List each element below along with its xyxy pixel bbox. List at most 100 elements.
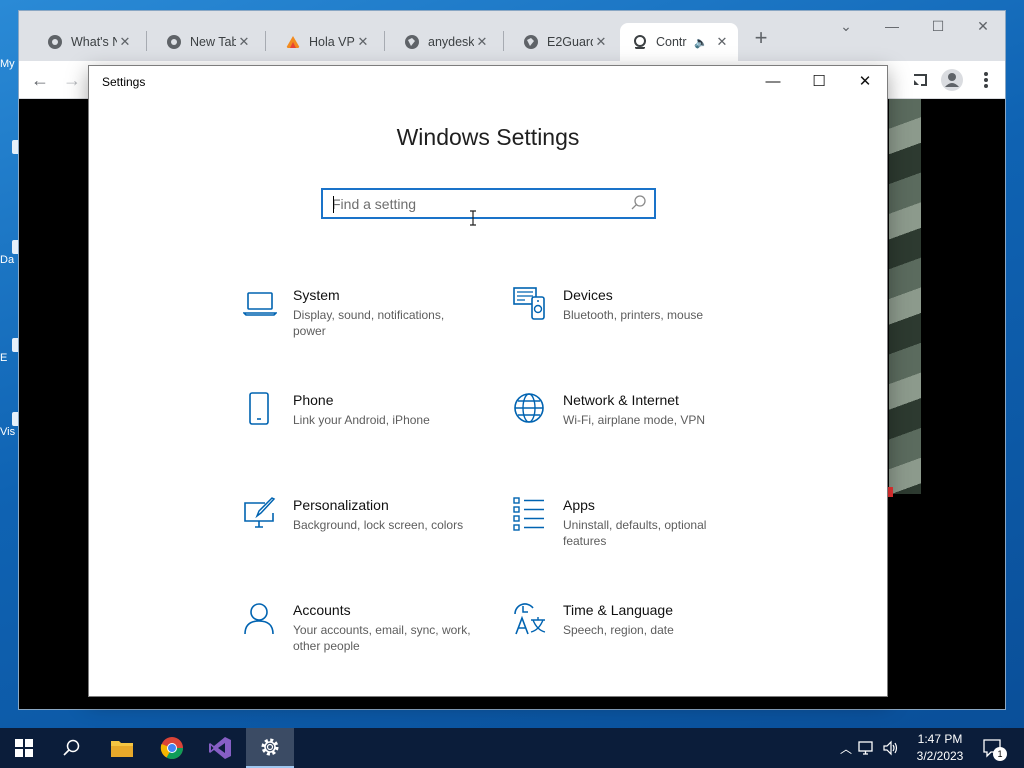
chevron-up-icon[interactable]: ︿ (836, 740, 856, 757)
desktop-icon-5[interactable]: Vis (0, 412, 20, 438)
globe-icon (524, 35, 538, 49)
tab-title: What's Ne (71, 35, 117, 49)
network-icon[interactable] (858, 740, 876, 756)
tab-close-icon[interactable]: ✕ (474, 34, 490, 50)
tab-anydesk[interactable]: anydesk.cc ✕ (386, 23, 498, 61)
person-icon (244, 603, 274, 635)
tab-close-icon[interactable]: ✕ (714, 34, 730, 50)
forward-button[interactable]: → (57, 65, 87, 95)
search-box[interactable] (321, 188, 656, 219)
devices-icon (513, 287, 545, 320)
search-input[interactable] (332, 194, 622, 214)
volume-icon[interactable] (882, 740, 900, 756)
tab-separator (265, 31, 266, 51)
settings-window: Settings — ☐ ✕ Windows Settings System D… (88, 65, 888, 697)
taskbar-clock[interactable]: 1:47 PM 3/2/2023 (908, 731, 972, 765)
cast-icon[interactable] (905, 65, 935, 95)
speaker-icon[interactable]: 🔈 (694, 36, 708, 49)
category-description: Background, lock screen, colors (293, 518, 464, 532)
time-language-icon (514, 603, 546, 635)
category-description: Your accounts, email, sync, work, other … (293, 623, 471, 653)
category-accounts[interactable]: Accounts Your accounts, email, sync, wor… (243, 602, 483, 682)
page-title: Windows Settings (396, 124, 580, 150)
minimize-button[interactable]: — (869, 11, 915, 41)
desktop-icon-label: E (0, 352, 8, 364)
search-tabs-icon[interactable]: ⌄ (823, 11, 869, 41)
category-description: Uninstall, defaults, optional features (563, 518, 707, 548)
tab-title: New Tab (190, 35, 236, 49)
category-description: Display, sound, notifications, power (293, 308, 445, 338)
category-name: Apps (563, 497, 595, 513)
category-description: Bluetooth, printers, mouse (563, 308, 704, 322)
tab-separator (503, 31, 504, 51)
tab-close-icon[interactable]: ✕ (236, 34, 252, 50)
tab-title: Contr (656, 35, 687, 49)
desktop-icon-1[interactable]: My (0, 58, 20, 70)
remote-page-content (889, 99, 921, 494)
close-button[interactable]: ✕ (960, 11, 1006, 41)
tab-strip: What's Ne ✕ New Tab ✕ Hola VPN ✕ anydesk… (19, 11, 1005, 61)
tab-close-icon[interactable]: ✕ (355, 34, 371, 50)
category-description: Speech, region, date (563, 623, 674, 637)
settings-close-button[interactable]: ✕ (842, 66, 888, 98)
clock-time: 1:47 PM (917, 732, 963, 746)
category-name: Accounts (293, 602, 351, 618)
globe-icon (405, 35, 419, 49)
tab-whats-new[interactable]: What's Ne ✕ (29, 23, 141, 61)
desktop-icon-2[interactable] (0, 140, 20, 154)
file-explorer-icon[interactable] (98, 728, 146, 768)
tab-new-tab[interactable]: New Tab ✕ (148, 23, 260, 61)
settings-maximize-button[interactable]: ☐ (796, 66, 842, 98)
category-personalization[interactable]: Personalization Background, lock screen,… (243, 497, 483, 577)
category-network-internet[interactable]: Network & Internet Wi-Fi, airplane mode,… (513, 392, 753, 472)
clock-date: 3/2/2023 (916, 749, 964, 763)
category-name: Network & Internet (563, 392, 679, 408)
hola-icon (286, 36, 300, 48)
category-description: Link your Android, iPhone (293, 413, 430, 427)
category-description: Wi-Fi, airplane mode, VPN (563, 413, 706, 427)
windows-start-icon[interactable] (0, 728, 48, 768)
apps-list-icon (513, 497, 544, 531)
settings-minimize-button[interactable]: — (750, 66, 796, 98)
new-tab-button[interactable]: + (747, 25, 775, 53)
phone-icon (249, 392, 269, 425)
maximize-button[interactable]: ☐ (915, 11, 961, 41)
tab-close-icon[interactable]: ✕ (117, 34, 133, 50)
desktop-icon-4[interactable]: E (0, 338, 20, 364)
tab-close-icon[interactable]: ✕ (593, 34, 609, 50)
chrome-icon[interactable] (148, 728, 196, 768)
tab-title: anydesk.cc (428, 35, 474, 49)
category-time-language[interactable]: Time & Language Speech, region, date (513, 602, 753, 682)
desktop-icon-label: Vis (0, 426, 16, 438)
chrome-icon (48, 35, 62, 49)
globe-icon (514, 393, 544, 423)
settings-window-title: Settings (102, 75, 146, 89)
settings-gear-icon[interactable] (246, 728, 294, 768)
back-button[interactable]: ← (25, 65, 55, 95)
category-name: Devices (563, 287, 613, 303)
browser-menu-icon[interactable] (971, 65, 1001, 95)
desktop-icon-label: Da (0, 254, 15, 266)
tab-hola-vpn[interactable]: Hola VPN ✕ (267, 23, 379, 61)
category-name: Phone (293, 392, 334, 408)
system-tray: ︿ (836, 728, 900, 768)
action-center-icon[interactable]: 1 (978, 728, 1008, 768)
category-system[interactable]: System Display, sound, notifications, po… (243, 287, 483, 367)
search-icon[interactable] (48, 728, 96, 768)
notification-badge: 1 (993, 747, 1007, 761)
desktop-icon-3[interactable]: Da (0, 240, 20, 266)
tab-separator (384, 31, 385, 51)
tab-e2guardian[interactable]: E2Guardia ✕ (505, 23, 617, 61)
category-devices[interactable]: Devices Bluetooth, printers, mouse (513, 287, 753, 367)
laptop-icon (243, 292, 277, 316)
taskbar: ︿ 1:47 PM 3/2/2023 1 (0, 728, 1024, 768)
search-icon[interactable] (630, 194, 648, 212)
category-apps[interactable]: Apps Uninstall, defaults, optional featu… (513, 497, 753, 577)
tab-title: E2Guardia (547, 35, 593, 49)
tab-active[interactable]: Contr 🔈 ✕ (620, 23, 738, 61)
category-phone[interactable]: Phone Link your Android, iPhone (243, 392, 483, 472)
visual-studio-icon[interactable] (196, 728, 244, 768)
settings-titlebar[interactable]: Settings — ☐ ✕ (89, 66, 887, 98)
tab-separator (146, 31, 147, 51)
profile-avatar[interactable] (937, 65, 967, 95)
